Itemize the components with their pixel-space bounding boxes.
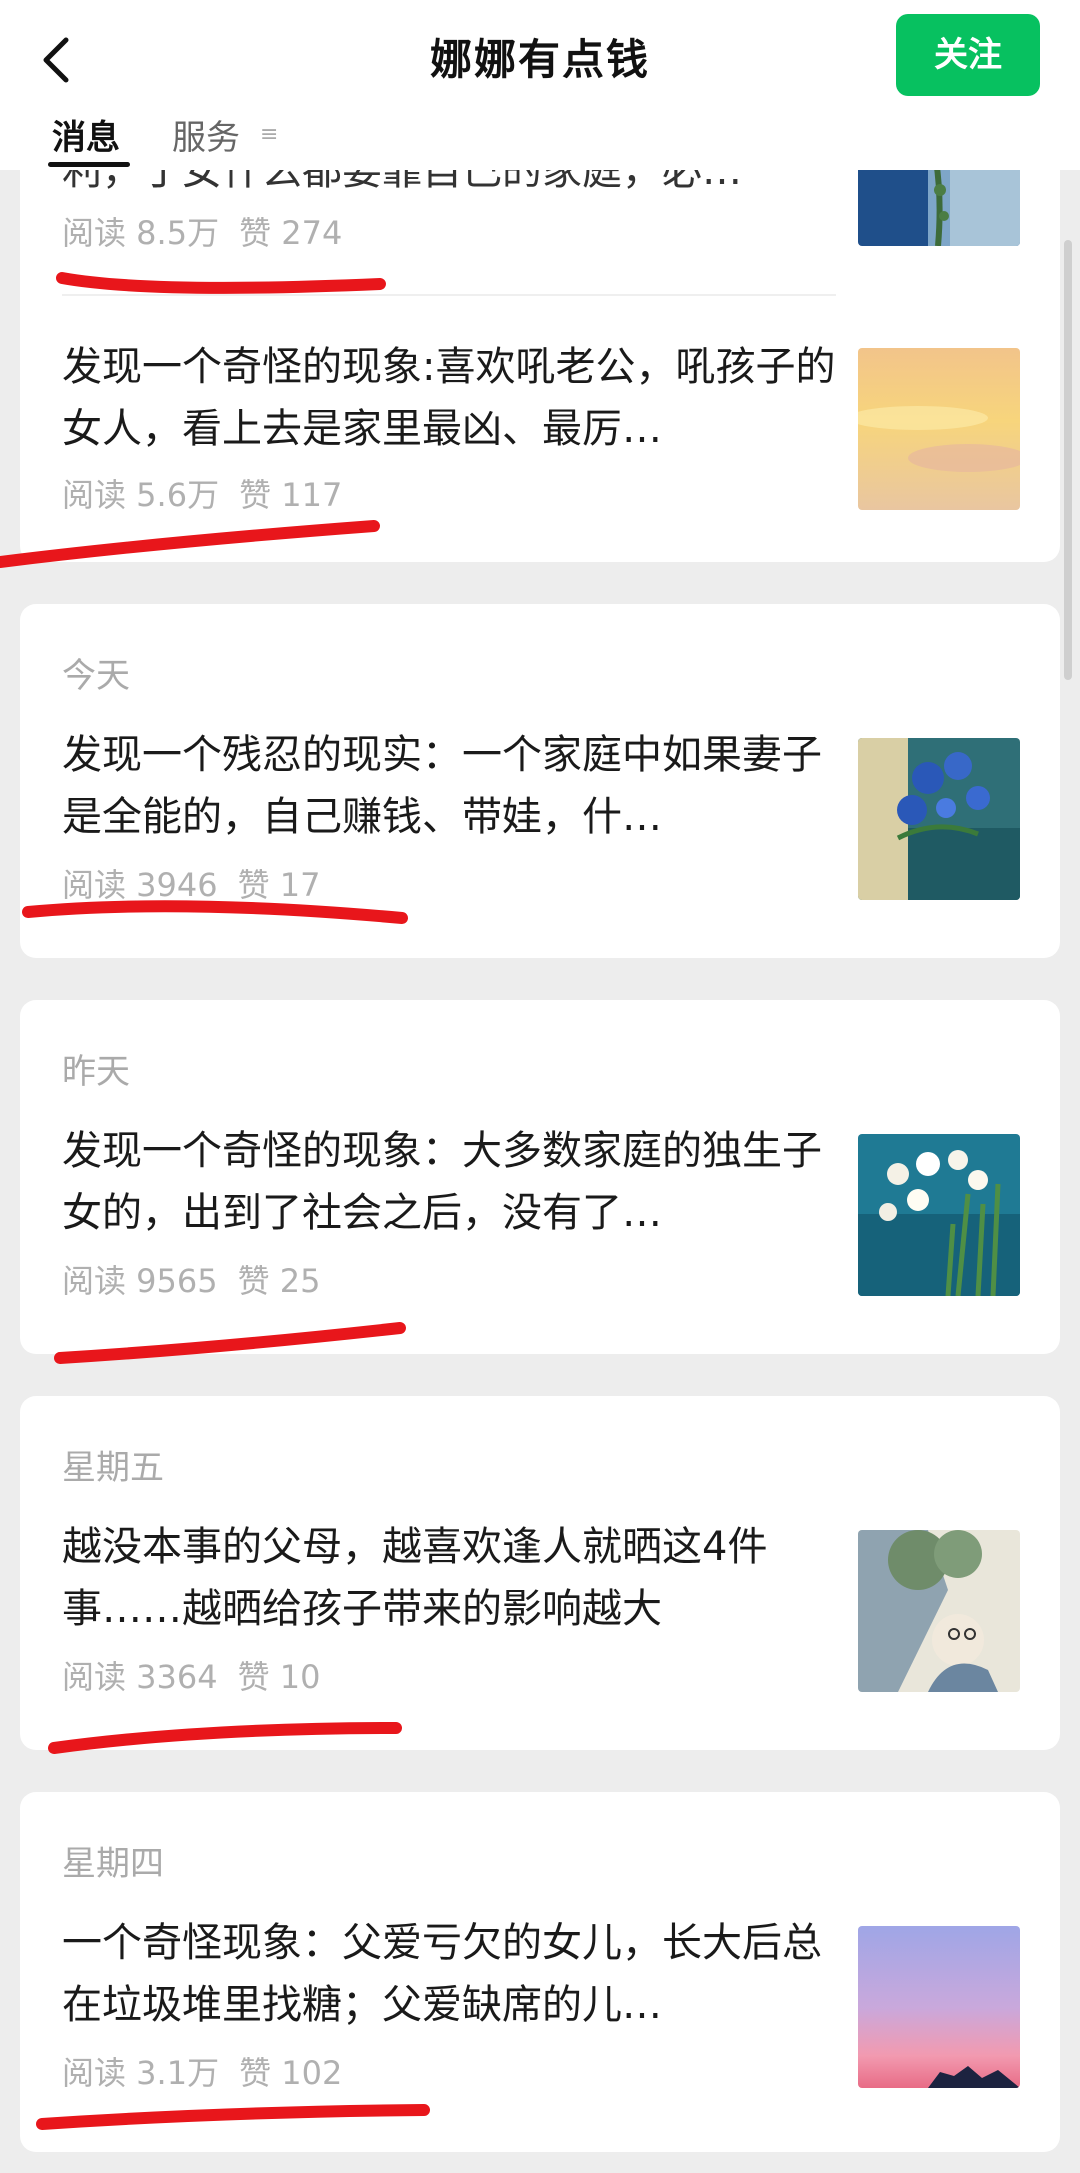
article-card: 今天 发现一个残忍的现实：一个家庭中如果妻子是全能的，自己赚钱、带娃，什… 阅读… [20,604,1060,958]
article-thumbnail[interactable] [858,1134,1020,1296]
article-title[interactable]: 发现一个奇怪的现象：大多数家庭的独生子女的，出到了社会之后，没有了… [62,1120,842,1244]
article-card: 星期五 越没本事的父母，越喜欢逢人就晒这4件事……越晒给孩子带来的影响越大 阅读… [20,1396,1060,1750]
date-label: 星期四 [62,1844,164,1884]
tab-active-indicator [48,162,130,167]
article-title[interactable]: 发现一个奇怪的现象:喜欢吼老公，吼孩子的女人，看上去是家里最凶、最厉… [62,336,842,460]
scrollbar[interactable] [1064,240,1072,680]
article-card: 昨天 发现一个奇怪的现象：大多数家庭的独生子女的，出到了社会之后，没有了… 阅读… [20,1000,1060,1354]
article-title[interactable]: 越没本事的父母，越喜欢逢人就晒这4件事……越晒给孩子带来的影响越大 [62,1516,842,1640]
date-label: 昨天 [62,1052,130,1092]
article-stats: 阅读 3946 赞 17 [62,860,321,906]
article-thumbnail[interactable] [858,738,1020,900]
article-thumbnail[interactable] [858,1926,1020,2088]
tab-services[interactable]: 服务 [172,110,240,159]
read-count: 阅读 5.6万 [62,476,220,514]
like-count: 赞 117 [239,476,343,514]
article-thumbnail[interactable] [858,160,1020,246]
article-stats: 阅读 3.1万赞 102 [62,2048,342,2094]
article-stats: 阅读 9565 赞 25 [62,1256,321,1302]
tab-bar: 消息 服务 ≡ [0,100,1080,170]
follow-button[interactable]: 关注 [896,14,1040,96]
article-stats: 阅读 5.6万赞 117 [62,470,342,516]
article-title[interactable]: 一个奇怪现象：父爱亏欠的女儿，长大后总在垃圾堆里找糖；父爱缺席的儿… [62,1912,842,2036]
read-count: 阅读 3946 [62,866,218,904]
article-thumbnail[interactable] [858,348,1020,510]
read-count: 阅读 8.5万 [62,214,220,252]
date-label: 星期五 [62,1448,164,1488]
article-title[interactable]: 发现一个残忍的现实：一个家庭中如果妻子是全能的，自己赚钱、带娃，什… [62,724,842,848]
top-bar: 娜娜有点钱 关注 消息 服务 ≡ [0,0,1080,170]
like-count: 赞 274 [239,214,343,252]
read-count: 阅读 3.1万 [62,2054,220,2092]
article-divider [62,294,836,296]
read-count: 阅读 3364 [62,1658,218,1696]
like-count: 赞 10 [237,1658,321,1696]
menu-icon[interactable]: ≡ [260,122,278,147]
like-count: 赞 25 [237,1262,321,1300]
article-card: 星期四 一个奇怪现象：父爱亏欠的女儿，长大后总在垃圾堆里找糖；父爱缺席的儿… 阅… [20,1792,1060,2152]
date-label: 今天 [62,656,130,696]
tab-messages[interactable]: 消息 [52,110,120,159]
read-count: 阅读 9565 [62,1262,218,1300]
article-thumbnail[interactable] [858,1530,1020,1692]
like-count: 赞 102 [239,2054,343,2092]
like-count: 赞 17 [237,866,321,904]
article-stats: 阅读 3364 赞 10 [62,1652,321,1698]
article-stats: 阅读 8.5万赞 274 [62,208,342,254]
